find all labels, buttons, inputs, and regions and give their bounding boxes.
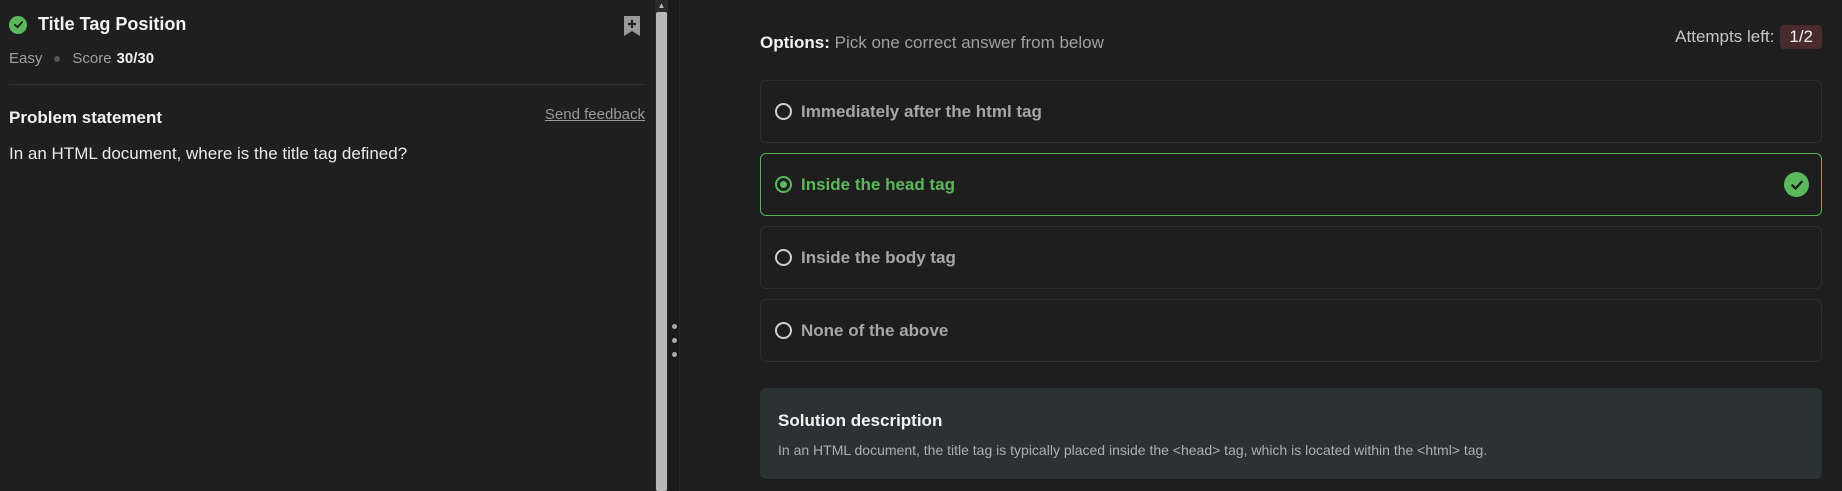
answer-option[interactable]: Inside the body tag [760,226,1822,289]
radio-button-selected[interactable] [775,176,792,193]
completed-check-icon [9,15,27,34]
radio-button[interactable] [775,249,792,266]
problem-statement-heading: Problem statement [9,108,163,127]
solution-box: Solution description In an HTML document… [760,388,1822,479]
option-label: Immediately after the html tag [801,101,1042,121]
problem-title: Title Tag Position [38,14,187,34]
difficulty-label: Easy [9,50,43,67]
answer-option[interactable]: None of the above [760,299,1822,362]
bookmark-icon[interactable] [622,14,642,38]
option-label: None of the above [801,320,949,340]
radio-button[interactable] [775,103,792,120]
resize-grip-dot-icon[interactable] [672,324,677,329]
problem-panel: Title Tag Position Easy Score 30/30 Prob… [0,0,655,491]
solution-text: In an HTML document, the title tag is ty… [778,442,1488,458]
solution-title: Solution description [778,411,943,430]
scroll-up-arrow-icon[interactable]: ▲ [657,1,666,10]
score-value: 30/30 [116,50,155,67]
radio-button[interactable] [775,322,792,339]
radio-dot [780,181,787,188]
problem-question: In an HTML document, where is the title … [9,144,408,163]
attempts-label: Attempts left: [1675,27,1775,46]
divider [9,84,645,85]
options-label: Options: [760,33,830,52]
separator-dot [54,55,61,62]
option-label: Inside the body tag [801,247,956,267]
attempts-indicator: Attempts left: 1/2 [1675,25,1822,49]
answer-panel: Options: Pick one correct answer from be… [680,0,1842,491]
resize-grip-dot-icon[interactable] [672,338,677,343]
option-label: Inside the head tag [801,174,955,194]
answer-option[interactable]: Immediately after the html tag [760,80,1822,143]
options-heading: Options: Pick one correct answer from be… [760,33,1104,53]
correct-check-icon [1784,172,1809,197]
scroll-thumb[interactable] [656,12,667,491]
quiz-app: Title Tag Position Easy Score 30/30 Prob… [0,0,1842,491]
options-instruction: Pick one correct answer from below [834,33,1104,52]
problem-header: Title Tag Position [9,14,186,35]
score-label: Score [72,50,112,67]
send-feedback-link[interactable]: Send feedback [545,106,645,123]
answer-option-selected[interactable]: Inside the head tag [760,153,1822,216]
problem-meta: Easy Score 30/30 [9,50,154,67]
attempts-badge: 1/2 [1780,25,1822,49]
left-panel-scrollbar[interactable]: ▲ [655,0,668,491]
resize-grip-dot-icon[interactable] [672,352,677,357]
